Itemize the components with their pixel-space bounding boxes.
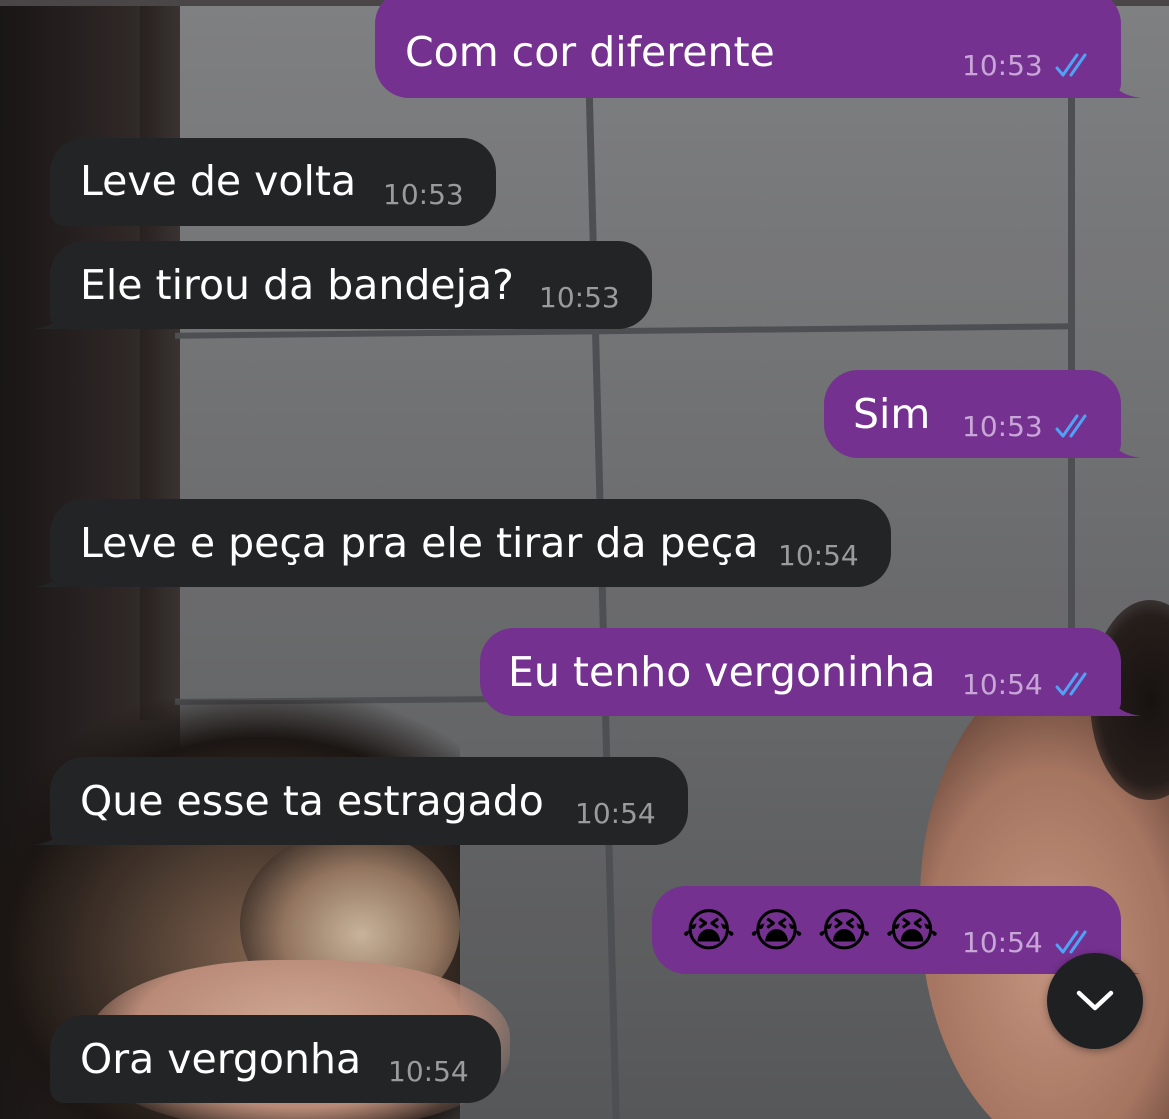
- message-text: Leve de volta: [80, 157, 357, 205]
- loudly-crying-face-emoji: 😭: [749, 903, 804, 957]
- incoming-message[interactable]: Ele tirou da bandeja? 10:53: [34, 241, 652, 329]
- outgoing-message[interactable]: Eu tenho vergoninha 10:54: [480, 628, 1141, 716]
- double-check-read-icon: [1055, 672, 1087, 696]
- message-time: 10:54: [962, 668, 1043, 701]
- bubble-tail: [1107, 430, 1141, 458]
- incoming-message[interactable]: Leve e peça pra ele tirar da peça 10:54: [34, 499, 891, 587]
- message-time: 10:54: [388, 1055, 469, 1088]
- message-time: 10:53: [383, 178, 464, 211]
- double-check-read-icon: [1055, 53, 1087, 77]
- message-text: Eu tenho vergoninha: [508, 648, 936, 696]
- bubble-tail: [34, 817, 68, 845]
- incoming-message[interactable]: Que esse ta estragado 10:54: [34, 757, 688, 845]
- bubble-tail: [34, 559, 68, 587]
- message-time: 10:53: [962, 410, 1043, 443]
- message-text: Que esse ta estragado: [80, 777, 544, 825]
- incoming-message[interactable]: Ora vergonha 10:54: [50, 1015, 501, 1103]
- message-emojis: 😭 😭 😭 😭: [682, 904, 939, 956]
- bubble-tail: [34, 301, 68, 329]
- double-check-read-icon: [1055, 414, 1087, 438]
- loudly-crying-face-emoji: 😭: [817, 903, 872, 957]
- message-time: 10:53: [962, 49, 1043, 82]
- message-text: Ele tirou da bandeja?: [80, 261, 514, 309]
- message-text: Sim: [853, 390, 931, 438]
- double-check-read-icon: [1055, 930, 1087, 954]
- message-time: 10:53: [539, 281, 620, 314]
- message-text: Com cor diferente: [405, 28, 775, 76]
- message-time: 10:54: [962, 926, 1043, 959]
- incoming-message[interactable]: Leve de volta 10:53: [50, 138, 496, 226]
- outgoing-message[interactable]: Com cor diferente 10:53: [375, 0, 1141, 98]
- message-text: Leve e peça pra ele tirar da peça: [80, 519, 759, 567]
- message-time: 10:54: [778, 539, 859, 572]
- loudly-crying-face-emoji: 😭: [682, 903, 736, 957]
- bubble-tail: [1107, 688, 1141, 716]
- message-text: Ora vergonha: [80, 1035, 362, 1083]
- outgoing-message[interactable]: Sim 10:53: [824, 370, 1141, 458]
- bubble-tail: [1107, 70, 1141, 98]
- outgoing-message[interactable]: 😭 😭 😭 😭 10:54: [652, 886, 1141, 974]
- scroll-to-bottom-button[interactable]: [1047, 953, 1143, 1049]
- loudly-crying-face-emoji: 😭: [885, 903, 939, 957]
- message-time: 10:54: [575, 797, 656, 830]
- chevron-down-icon: [1076, 990, 1114, 1011]
